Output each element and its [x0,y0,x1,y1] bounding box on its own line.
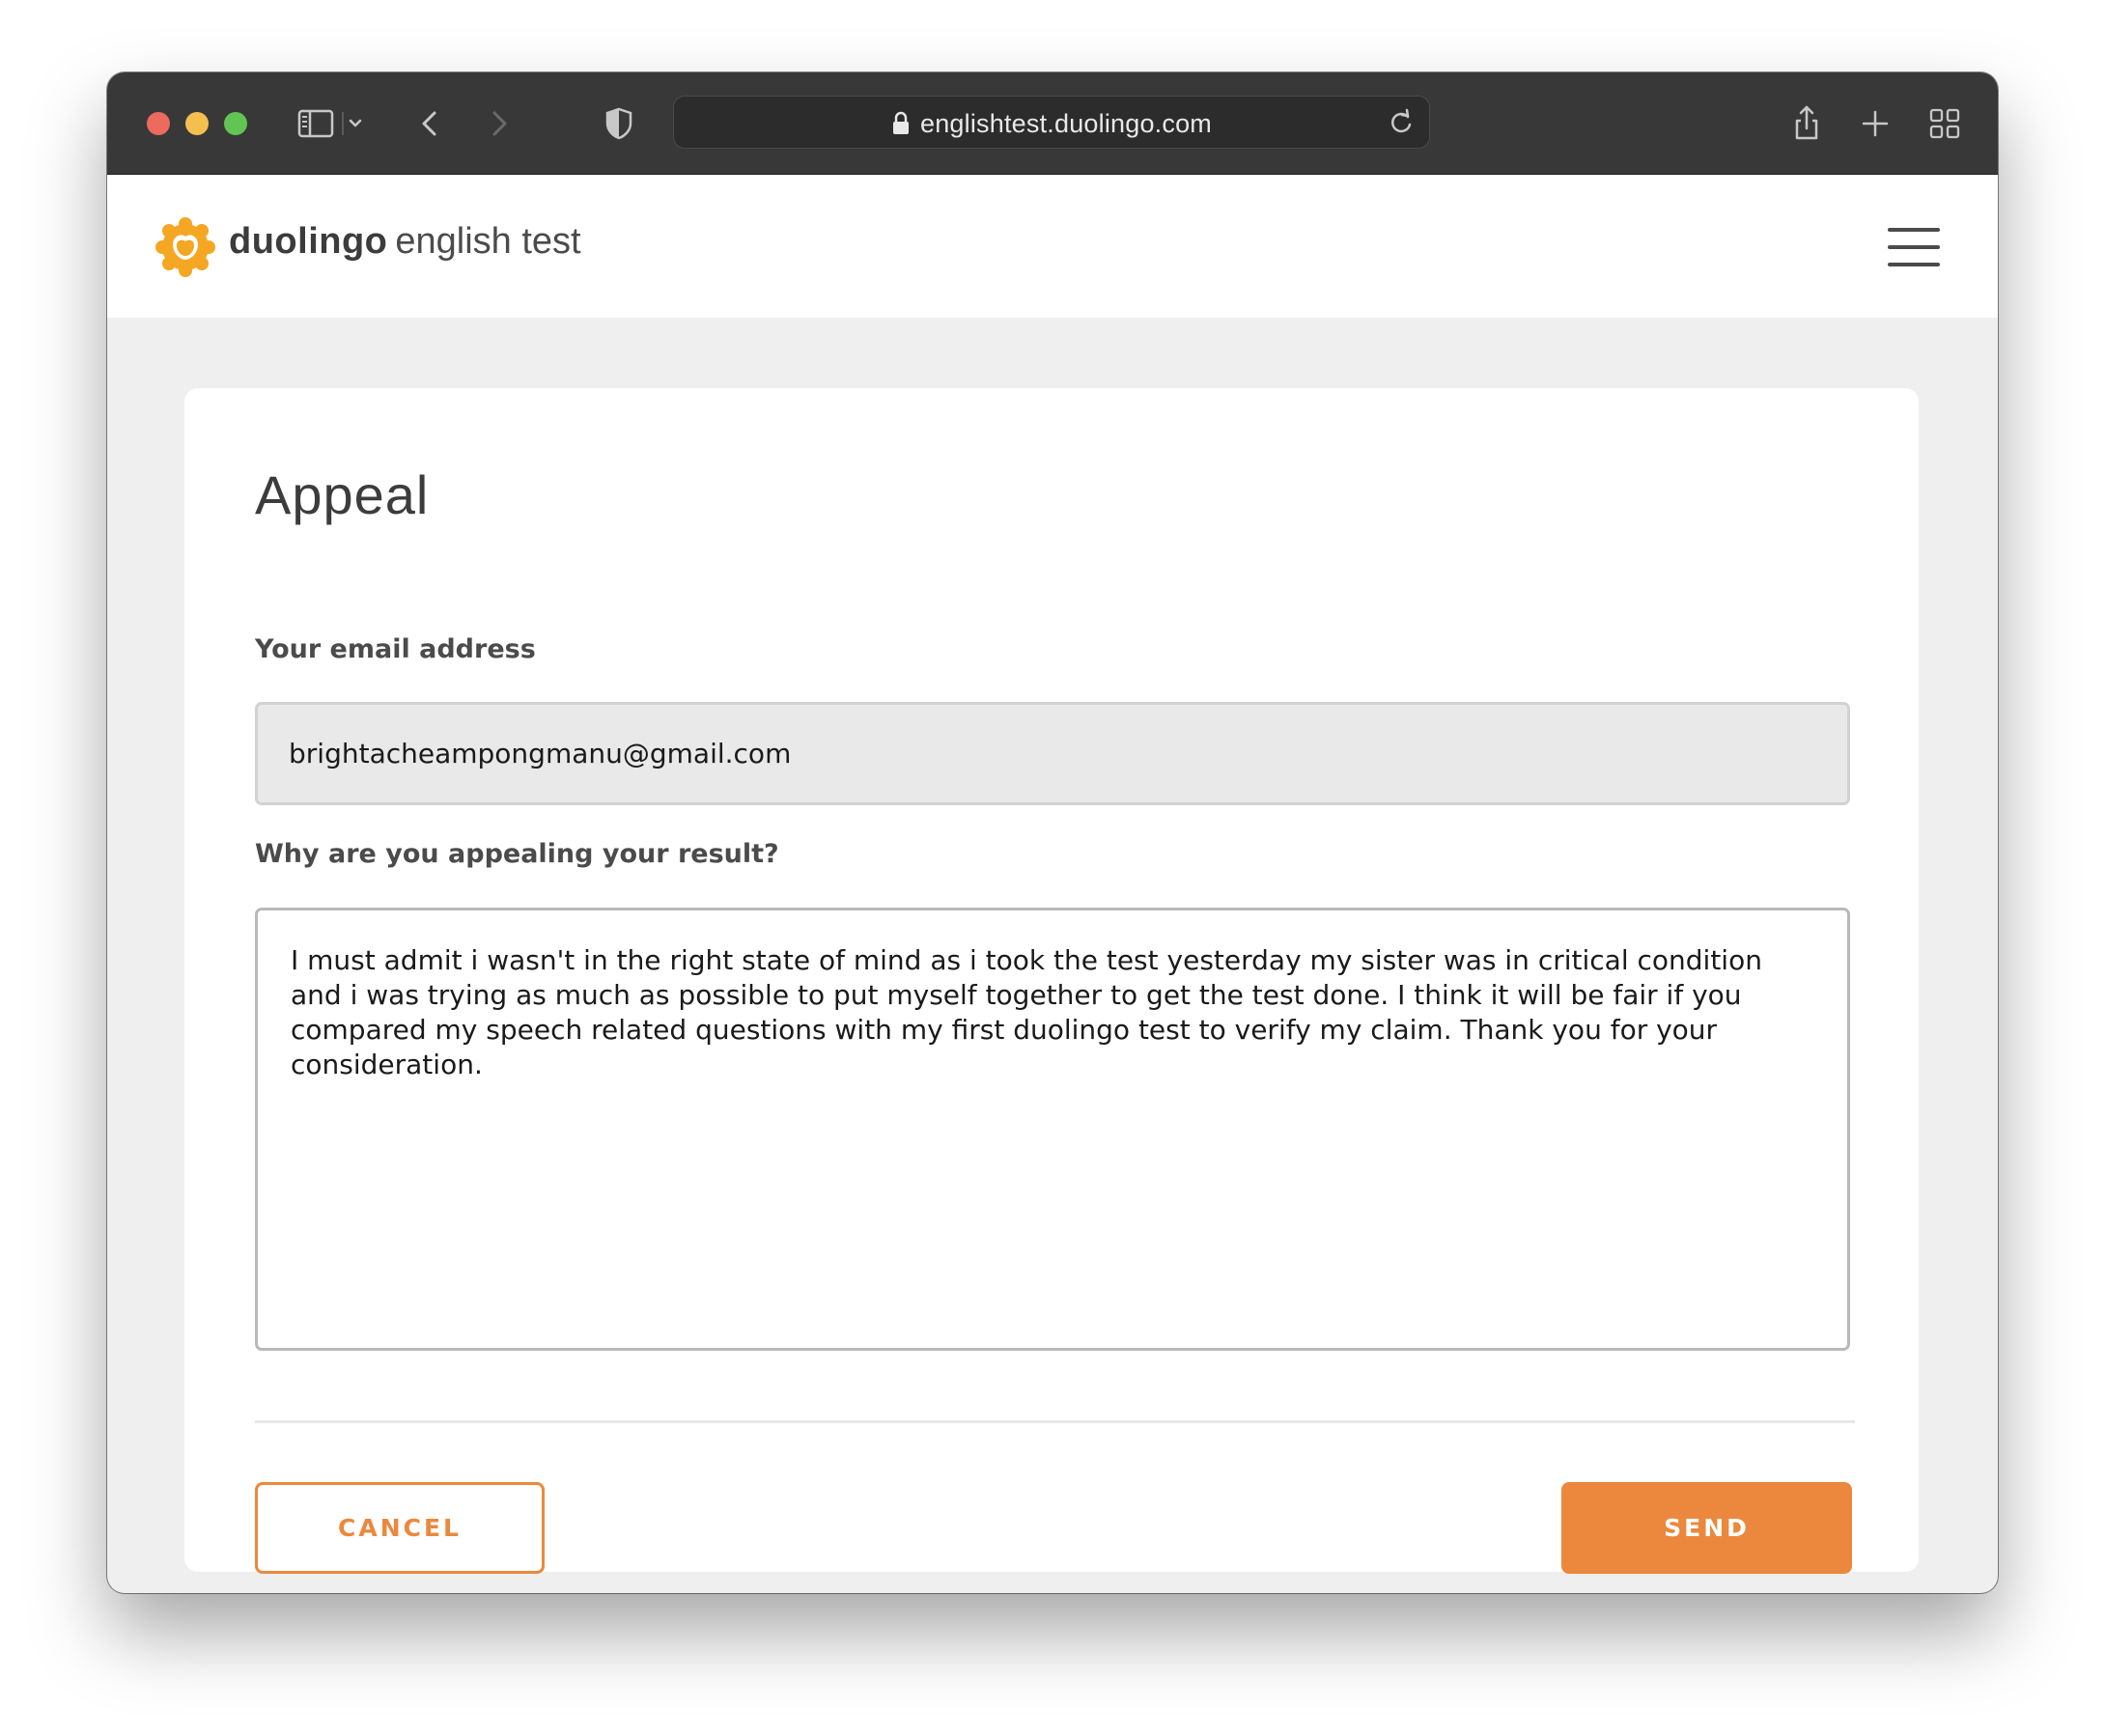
minimize-window-button[interactable] [185,112,209,135]
back-arrow-icon[interactable] [407,99,455,148]
email-label: Your email address [255,634,536,664]
hamburger-menu-icon[interactable] [1888,228,1940,268]
browser-window: englishtest.duolingo.com duolingo englis… [107,72,1998,1593]
brand-wordmark[interactable]: duolingo english test [229,221,581,263]
new-tab-plus-icon[interactable] [1851,99,1899,148]
divider [255,1420,1855,1423]
shield-icon[interactable] [595,99,643,148]
browser-toolbar: englishtest.duolingo.com [107,72,1998,175]
duolingo-logo-icon[interactable] [154,215,217,279]
reload-icon[interactable] [1385,106,1417,139]
share-icon[interactable] [1782,99,1831,148]
forward-arrow-icon[interactable] [474,99,522,148]
url-text: englishtest.duolingo.com [920,109,1212,138]
appeal-card: Appeal Your email address Why are you ap… [184,388,1919,1574]
lock-icon [891,111,911,136]
close-window-button[interactable] [147,112,170,135]
reason-label: Why are you appealing your result? [255,839,779,869]
zoom-window-button[interactable] [224,112,247,135]
email-field[interactable] [255,702,1850,805]
sidebar-icon[interactable] [292,99,340,148]
tab-overview-icon[interactable] [1921,99,1969,148]
brand-bold-text: duolingo [229,221,388,262]
brand-light-text: english test [395,221,581,262]
site-header: duolingo english test [107,175,1998,318]
address-bar[interactable]: englishtest.duolingo.com [673,96,1430,149]
cancel-button[interactable]: CANCEL [255,1482,545,1574]
send-button[interactable]: SEND [1561,1482,1852,1574]
reason-textarea[interactable]: I must admit i wasn't in the right state… [255,908,1850,1351]
chevron-down-icon[interactable] [339,99,368,148]
page-title: Appeal [255,464,430,525]
